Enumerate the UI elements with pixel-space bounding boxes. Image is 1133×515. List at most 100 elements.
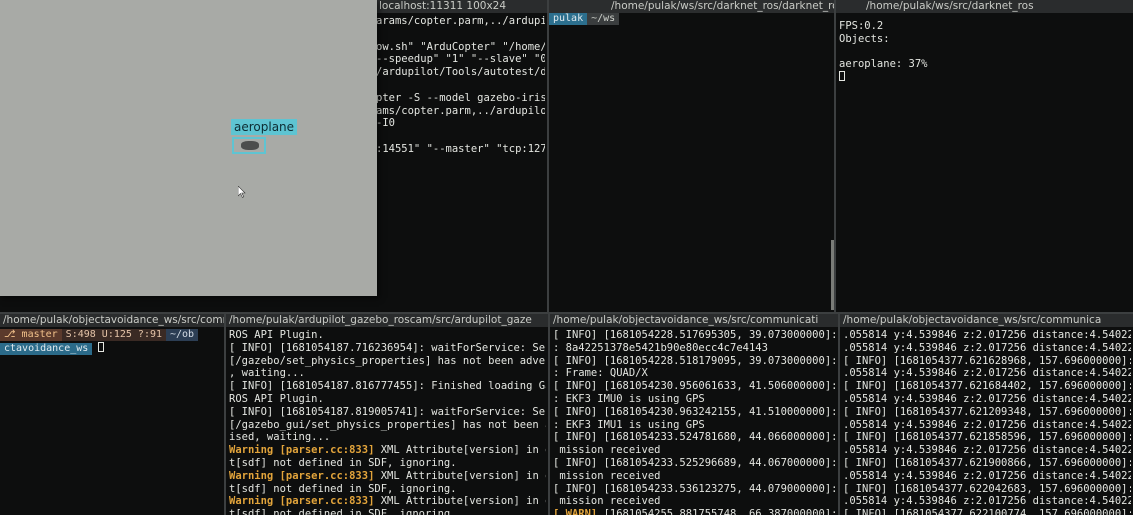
terminal-line: : 8a42251378e5421b90e80ecc4c7e4143: [553, 342, 836, 355]
log-text: XML Attribute[version] in elemen: [380, 444, 546, 457]
terminal-line: .055814 y:4.539846 z:2.017256 distance:4…: [843, 367, 1131, 380]
terminal-line: [ INFO] [1681054377.622100774, 157.69600…: [843, 508, 1131, 515]
terminal-pane-mavros[interactable]: /home/pulak/objectavoidance_ws/src/commu…: [550, 314, 838, 515]
terminal-line: [/gazebo/set_physics_properties] has not…: [229, 355, 546, 368]
terminal-cursor: [98, 342, 105, 352]
mouse-pointer-icon: [238, 186, 246, 198]
terminal-line: mission received: [553, 470, 836, 483]
terminal-line: pter -S --model gazebo-iris -: [376, 91, 545, 104]
terminal-line: [ INFO] [1681054377.621684402, 157.69600…: [843, 380, 1131, 393]
terminal-output: ROS API Plugin.[ INFO] [1681054187.71623…: [229, 329, 546, 515]
log-text: mission received: [553, 469, 661, 482]
terminal-line: .055814 y:4.539846 z:2.017256 distance:4…: [843, 392, 1131, 405]
terminal-pane-shell[interactable]: /home/pulak/objectavoidance_ws/src/comm …: [0, 314, 224, 515]
drone-object: [241, 141, 259, 150]
warning-tag: Warning [parser.cc:833]: [229, 469, 375, 482]
warning-tag: [ WARN]: [553, 508, 598, 515]
warning-line: Warning [parser.cc:833] XML Attribute[ve…: [229, 444, 546, 457]
terminal-line: : Frame: QUAD/X: [553, 367, 836, 380]
log-text: [ INFO] [1681054230.963242155, 41.510000…: [553, 405, 836, 418]
terminal-line: [ INFO] [1681054377.621858596, 157.69600…: [843, 431, 1131, 444]
terminal-output: arams/copter.parm,../ardupilo ow.sh" "Ard…: [376, 15, 545, 312]
terminal-line: .055814 y:4.539846 z:2.017256 distance:4…: [843, 341, 1131, 354]
log-text: ROS API Plugin.: [229, 329, 324, 341]
terminal-line: , waiting...: [229, 367, 546, 380]
prompt-user: pulak: [549, 13, 588, 25]
log-text: [ INFO] [1681054233.536123275, 44.079000…: [553, 482, 836, 495]
log-text: : 8a42251378e5421b90e80ecc4c7e4143: [553, 341, 768, 354]
terminal-line: t[sdf] not defined in SDF, ignoring.: [229, 457, 546, 470]
terminal-pane-gazebo[interactable]: /home/pulak/ardupilot_gazebo_roscam/src/…: [226, 314, 548, 515]
terminal-line: mission received: [553, 495, 836, 508]
log-text: t[sdf] not defined in SDF, ignoring.: [229, 508, 457, 515]
terminal-pane-darknet-output[interactable]: /home/pulak/ws/src/darknet_ros FPS:0.2 O…: [836, 0, 1133, 312]
log-text: [/gazebo/set_physics_properties] has not…: [229, 354, 546, 367]
objects-line: Objects:: [839, 32, 890, 45]
log-text: [ INFO] [1681054187.716236954]: waitForS…: [229, 341, 546, 354]
terminal-line: [ INFO] [1681054233.524781680, 44.066000…: [553, 431, 836, 444]
log-text: [1681054255.881755748, 66.387000000]: RP…: [603, 508, 836, 515]
log-text: : EKF3 IMU0 is using GPS: [553, 392, 705, 405]
terminal-line: .055814 y:4.539846 z:2.017256 distance:4…: [843, 418, 1131, 431]
terminal-line: : EKF3 IMU1 is using GPS: [553, 419, 836, 432]
prompt-line: pulak ~/ws: [549, 13, 620, 25]
terminal-line: ams/copter.parm,../ardupilot/: [376, 104, 545, 117]
terminal-pane-distance[interactable]: /home/pulak/objectavoidance_ws/src/commu…: [840, 314, 1133, 515]
terminal-cursor: [839, 71, 845, 82]
fps-line: FPS:0.2: [839, 20, 884, 32]
log-text: XML Attribute[version] in elemen: [380, 469, 546, 482]
detection-line: aeroplane: 37%: [839, 58, 928, 71]
terminal-line: t[sdf] not defined in SDF, ignoring.: [229, 483, 546, 496]
terminal-line: ised, waiting...: [229, 431, 546, 444]
git-branch-label: master: [21, 329, 58, 340]
pane-title: /home/pulak/objectavoidance_ws/src/commu…: [840, 314, 1133, 327]
terminal-output: FPS:0.2 Objects: aeroplane: 37%: [839, 20, 1131, 312]
terminal-line: [ INFO] [1681054377.621900866, 157.69600…: [843, 456, 1131, 469]
prompt-line: ctavoidance_ws: [0, 342, 224, 355]
warning-line: Warning [parser.cc:833] XML Attribute[ve…: [229, 495, 546, 508]
log-text: t[sdf] not defined in SDF, ignoring.: [229, 456, 457, 469]
log-text: [ INFO] [1681054233.524781680, 44.066000…: [553, 431, 836, 444]
pane-title: /home/pulak/ws/src/darknet_ros/darknet_r…: [549, 0, 834, 13]
pane-title: /home/pulak/ws/src/darknet_ros: [836, 0, 1133, 13]
terminal-line: .055814 y:4.539846 z:2.017256 distance:4…: [843, 329, 1131, 341]
terminal-line: :14551" "--master" "tcp:127.0: [376, 142, 545, 155]
terminal-line: ROS API Plugin.: [229, 329, 546, 342]
terminal-line: [ INFO] [1681054228.518179095, 39.073000…: [553, 355, 836, 368]
detection-preview-window[interactable]: aeroplane: [0, 0, 377, 296]
log-text: t[sdf] not defined in SDF, ignoring.: [229, 482, 457, 495]
warning-tag: Warning [parser.cc:833]: [229, 495, 375, 508]
git-branch: ⎇ master: [0, 329, 62, 341]
terminal-line: ow.sh" "ArduCopter" "/home/pu: [376, 40, 545, 53]
bounding-box-label: aeroplane: [231, 119, 298, 135]
log-text: [ INFO] [1681054187.816777455]: Finished…: [229, 380, 546, 393]
terminal-line: [ INFO] [1681054377.622042683, 157.69600…: [843, 482, 1131, 495]
terminal-pane-darknet-launch[interactable]: /home/pulak/ws/src/darknet_ros/darknet_r…: [549, 0, 834, 312]
log-text: ised, waiting...: [229, 431, 331, 444]
terminal-line: [ INFO] [1681054230.963242155, 41.510000…: [553, 406, 836, 419]
log-text: : Frame: QUAD/X: [553, 367, 648, 380]
terminal-line: [/gazebo_gui/set_physics_properties] has…: [229, 419, 546, 432]
log-text: mission received: [553, 495, 661, 508]
shell-status-bar: ⎇ master S:498 U:125 ?:91 ~/ob: [0, 329, 224, 341]
log-text: ROS API Plugin.: [229, 392, 324, 405]
terminal-line: [ INFO] [1681054230.956061633, 41.506000…: [553, 380, 836, 393]
terminal-output: .055814 y:4.539846 z:2.017256 distance:4…: [843, 329, 1131, 515]
terminal-line: [ INFO] [1681054233.525296689, 44.067000…: [553, 457, 836, 470]
git-stats: S:498 U:125 ?:91: [61, 329, 166, 341]
terminal-output: [ INFO] [1681054228.517695305, 39.073000…: [553, 329, 836, 515]
prompt-dir: ctavoidance_ws: [0, 343, 93, 355]
log-text: [ INFO] [1681054228.517695305, 39.073000…: [553, 329, 836, 341]
terminal-line: t[sdf] not defined in SDF, ignoring.: [229, 508, 546, 515]
warning-line: [ WARN] [1681054255.881755748, 66.387000…: [553, 508, 836, 515]
log-text: XML Attribute[version] in elemen: [380, 495, 546, 508]
terminal-line: -I0: [376, 117, 395, 130]
pane-title: localhost:11311 100x24: [376, 0, 547, 13]
warning-tag: Warning [parser.cc:833]: [229, 444, 375, 457]
terminal-line: [ INFO] [1681054377.621628968, 157.69600…: [843, 354, 1131, 367]
terminal-line: ROS API Plugin.: [229, 393, 546, 406]
log-text: mission received: [553, 444, 661, 457]
log-text: : EKF3 IMU1 is using GPS: [553, 418, 705, 431]
